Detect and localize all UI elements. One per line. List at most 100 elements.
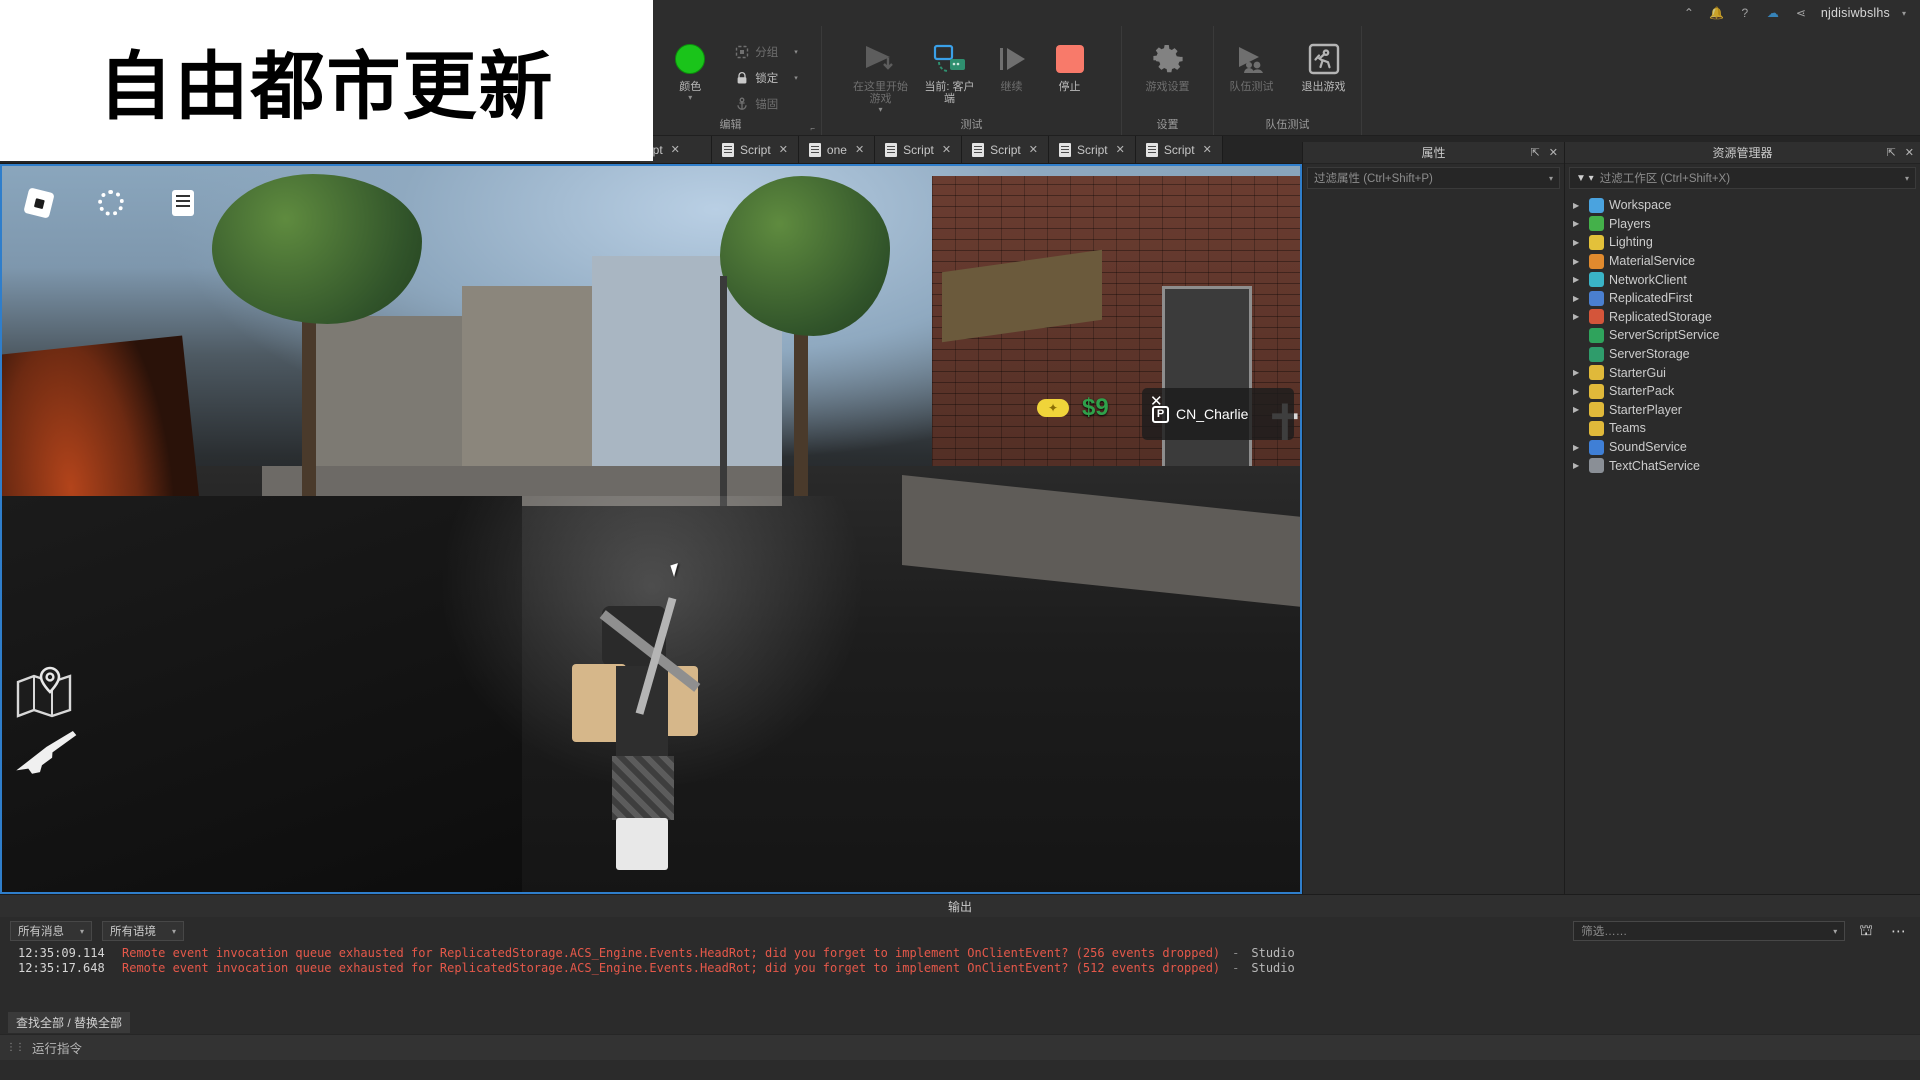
output-log-row[interactable]: 12:35:17.648 Remote event invocation queu… (0, 960, 1920, 975)
more-options-icon[interactable]: ⋯ (1887, 922, 1910, 940)
script-tab[interactable]: Script ✕ (1135, 136, 1223, 163)
script-tab[interactable]: one ✕ (798, 136, 876, 163)
anchor-button[interactable]: 锚固 (731, 93, 802, 115)
expand-arrow-icon[interactable]: ▶ (1573, 238, 1584, 247)
client-server-button[interactable]: 当前: 客户端 (922, 35, 978, 105)
explorer-item-materialservice[interactable]: ▶ MaterialService (1565, 252, 1920, 271)
explorer-item-workspace[interactable]: ▶ Workspace (1565, 196, 1920, 215)
chevron-down-icon[interactable]: ▾ (1833, 927, 1837, 936)
chevron-down-icon[interactable]: ▾ (80, 927, 84, 936)
properties-filter-input[interactable]: 过滤属性 (Ctrl+Shift+P) ▾ (1307, 167, 1560, 189)
explorer-item-players[interactable]: ▶ Players (1565, 215, 1920, 234)
output-log-row[interactable]: 12:35:09.114 Remote event invocation queu… (0, 945, 1920, 960)
close-icon[interactable]: ✕ (855, 143, 864, 156)
close-icon[interactable]: ✕ (1116, 143, 1125, 156)
explorer-item-replicatedfirst[interactable]: ▶ ReplicatedFirst (1565, 289, 1920, 308)
group-button[interactable]: 分组 ▾ (731, 41, 802, 63)
expand-arrow-icon[interactable]: ▶ (1573, 294, 1584, 303)
expand-arrow-icon[interactable]: ▶ (1573, 312, 1584, 321)
close-icon[interactable]: ✕ (942, 143, 951, 156)
close-icon[interactable]: ✕ (671, 143, 680, 156)
cloud-icon[interactable]: ☁ (1765, 5, 1781, 21)
context-filter[interactable]: 所有语境 ▾ (102, 921, 185, 941)
script-file-icon (885, 142, 898, 157)
expand-arrow-icon[interactable]: ▶ (1573, 387, 1584, 396)
explorer-item-starterplayer[interactable]: ▶ StarterPlayer (1565, 401, 1920, 420)
expand-arrow-icon[interactable]: ▶ (1573, 405, 1584, 414)
script-tab[interactable]: Script ✕ (875, 136, 963, 163)
explorer-item-textchatservice[interactable]: ▶ TextChatService (1565, 456, 1920, 475)
chevron-down-icon[interactable]: ▾ (1549, 174, 1553, 183)
explorer-item-startergui[interactable]: ▶ StarterGui (1565, 363, 1920, 382)
explorer-item-serverstorage[interactable]: ▶ServerStorage (1565, 345, 1920, 364)
lock-button[interactable]: 锁定 ▾ (731, 67, 802, 89)
emote-wheel-icon[interactable] (96, 188, 126, 218)
map-pin-icon[interactable] (16, 666, 72, 718)
explorer-filter-input[interactable]: ▼ ▾ 过滤工作区 (Ctrl+Shift+X) ▾ (1569, 167, 1916, 189)
chevron-down-icon[interactable]: ▾ (1905, 174, 1909, 183)
explorer-item-teams[interactable]: ▶Teams (1565, 419, 1920, 438)
drag-handle-icon[interactable]: ⋮⋮ (6, 1042, 25, 1053)
expand-arrow-icon[interactable]: ▶ (1573, 257, 1584, 266)
hud-top-left-icons (23, 187, 198, 219)
expand-arrow-icon[interactable]: ▶ (1573, 443, 1584, 452)
chat-list-icon[interactable] (168, 188, 198, 218)
play-here-dropdown-icon[interactable]: ▾ (878, 105, 882, 114)
explorer-item-starterpack[interactable]: ▶ StarterPack (1565, 382, 1920, 401)
resume-button[interactable]: 继续 (988, 35, 1036, 93)
expand-arrow-icon[interactable]: ▶ (1573, 201, 1584, 210)
help-circle-icon[interactable]: ? (1737, 5, 1753, 21)
message-level-filter[interactable]: 所有消息 ▾ (10, 921, 93, 941)
save-log-icon[interactable]: ⛫ (1855, 922, 1877, 941)
output-search-input[interactable]: 筛选…… ▾ (1573, 921, 1846, 941)
color-dropdown-icon[interactable]: ▾ (688, 93, 692, 102)
account-username[interactable]: njdisiwbslhs (1821, 6, 1890, 20)
find-replace-all-button[interactable]: 查找全部 / 替换全部 (8, 1011, 131, 1033)
expand-arrow-icon[interactable]: ▶ (1573, 275, 1584, 284)
script-tab[interactable]: Script ✕ (1048, 136, 1136, 163)
close-icon[interactable]: ✕ (1029, 143, 1038, 156)
player-name-card[interactable]: ✕ P CN_Charlie (1142, 388, 1294, 440)
game-settings-button[interactable]: 游戏设置 (1137, 35, 1199, 93)
edit-dialog-launcher-icon[interactable]: ⌐ (810, 124, 815, 133)
lock-dropdown-icon[interactable]: ▾ (794, 74, 798, 82)
undock-icon[interactable]: ⇱ (1887, 146, 1896, 159)
close-icon[interactable]: ✕ (1203, 143, 1212, 156)
chevron-up-icon[interactable]: ⌃ (1681, 5, 1697, 21)
close-icon[interactable]: ✕ (779, 143, 788, 156)
game-viewport[interactable]: N ▲ m S 生命值:100 1 S 2 ✊ ✦ $9 (0, 164, 1302, 894)
close-icon[interactable]: ✕ (1549, 146, 1558, 159)
explorer-item-label: ServerStorage (1609, 347, 1690, 362)
team-test-button[interactable]: 队伍测试 (1221, 35, 1283, 93)
chevron-down-icon[interactable]: ▾ (172, 927, 176, 936)
script-tab[interactable]: Script ✕ (962, 136, 1049, 163)
share-icon[interactable]: ⋖ (1793, 5, 1809, 21)
undock-icon[interactable]: ⇱ (1531, 146, 1540, 159)
scenery-window (1162, 286, 1252, 476)
overlay-title: 自由都市更新 (98, 44, 555, 130)
exit-game-button[interactable]: 退出游戏 (1293, 35, 1355, 93)
explorer-item-serverscriptservice[interactable]: ▶ServerScriptService (1565, 326, 1920, 345)
account-caret-icon[interactable]: ▾ (1902, 9, 1906, 18)
close-icon[interactable]: ✕ (1905, 146, 1914, 159)
expand-arrow-icon[interactable]: ▶ (1573, 368, 1584, 377)
expand-arrow-icon[interactable]: ▶ (1573, 219, 1584, 228)
explorer-item-soundservice[interactable]: ▶ SoundService (1565, 438, 1920, 457)
group-dropdown-icon[interactable]: ▾ (794, 48, 798, 56)
script-tab[interactable]: Script ✕ (712, 136, 799, 163)
scenery-building (462, 286, 592, 496)
color-button[interactable]: 颜色 ▾ (659, 35, 721, 102)
notification-bell-icon[interactable]: 🔔 (1709, 5, 1725, 21)
command-bar[interactable]: ⋮⋮ 运行指令 (0, 1034, 1920, 1060)
expand-arrow-icon[interactable]: ▶ (1573, 461, 1584, 470)
play-here-button[interactable]: 在这里开始游戏 ▾ (850, 35, 912, 114)
explorer-item-lighting[interactable]: ▶ Lighting (1565, 233, 1920, 252)
explorer-item-networkclient[interactable]: ▶ NetworkClient (1565, 270, 1920, 289)
script-tab-label: Script (1163, 142, 1195, 157)
properties-filter-placeholder: 过滤属性 (Ctrl+Shift+P) (1314, 173, 1433, 185)
stop-button[interactable]: 停止 (1046, 35, 1094, 93)
roblox-logo-icon[interactable] (23, 187, 55, 219)
close-icon[interactable]: ✕ (1150, 392, 1163, 410)
explorer-item-replicatedstorage[interactable]: ▶ ReplicatedStorage (1565, 308, 1920, 327)
funnel-icon[interactable]: ▼ ▾ (1576, 173, 1594, 184)
